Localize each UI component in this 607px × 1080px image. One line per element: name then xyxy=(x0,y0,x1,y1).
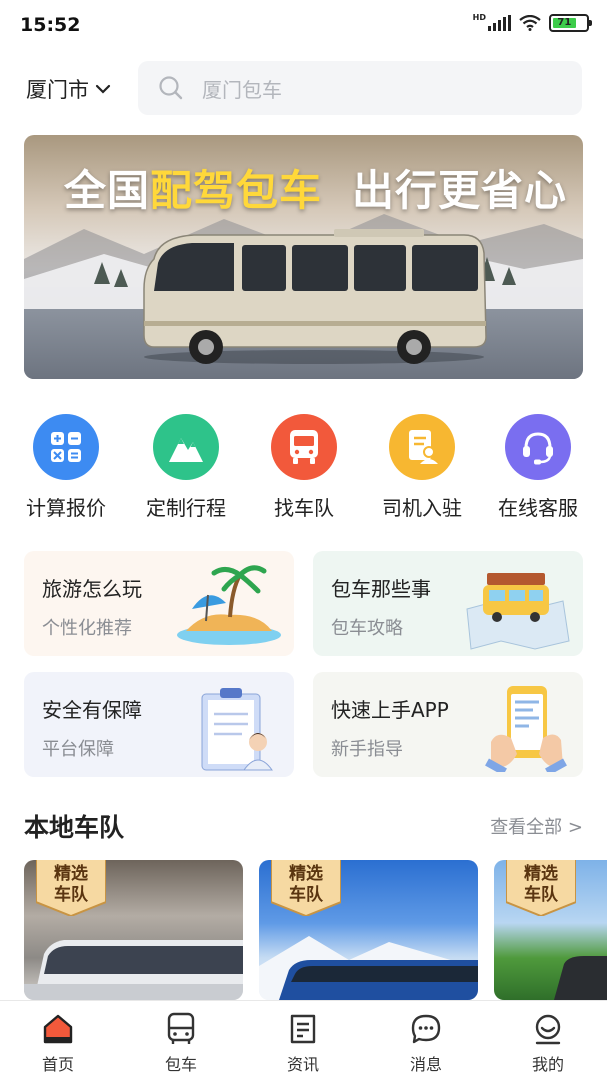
coach-image xyxy=(259,936,478,1000)
quick-action-label: 计算报价 xyxy=(26,496,106,520)
chat-bubble-icon xyxy=(411,1014,441,1044)
badge-line2: 车队 xyxy=(524,885,558,905)
tab-label: 包车 xyxy=(164,1055,197,1074)
clipboard-illustration xyxy=(201,688,273,771)
minibus-image xyxy=(143,229,487,364)
map-van-illustration xyxy=(466,573,570,650)
banner-title-part2: 出行更省心 xyxy=(352,166,568,215)
banner-title-highlight: 配驾包车 xyxy=(150,166,323,215)
coach-image xyxy=(24,940,243,1000)
news-icon xyxy=(290,1014,316,1044)
tab-charter[interactable]: 包车 xyxy=(141,1011,221,1075)
wifi-icon xyxy=(519,15,541,31)
section-title: 本地车队 xyxy=(24,813,125,842)
featured-badge: 精选 车队 xyxy=(270,860,342,918)
card-safety[interactable]: 安全有保障 平台保障 xyxy=(24,672,294,777)
tab-news[interactable]: 资讯 xyxy=(263,1011,343,1075)
badge-line1: 精选 xyxy=(289,864,323,884)
badge-line1: 精选 xyxy=(54,864,88,884)
status-bar: 15:52 HD 71 xyxy=(0,0,607,52)
bus-icon xyxy=(167,1012,195,1044)
search-icon xyxy=(159,76,183,100)
city-label: 厦门市 xyxy=(26,78,89,102)
phone-hand-illustration xyxy=(485,686,567,772)
promo-banner[interactable]: 全国配驾包车 出行更省心 xyxy=(24,135,583,379)
quick-action-label: 司机入驻 xyxy=(382,496,462,520)
quick-action-online-service[interactable]: 在线客服 xyxy=(478,414,598,521)
fleet-card[interactable]: 精选 车队 xyxy=(24,860,243,1000)
badge-line2: 车队 xyxy=(289,885,323,905)
card-travel-tips[interactable]: 旅游怎么玩 个性化推荐 xyxy=(24,551,294,656)
banner-title-part1: 全国 xyxy=(64,166,151,215)
battery-level: 71 xyxy=(553,18,576,28)
badge-line2: 车队 xyxy=(54,885,88,905)
quick-action-label: 在线客服 xyxy=(498,496,578,520)
quick-action-custom-trip[interactable]: 定制行程 xyxy=(126,414,246,521)
quick-action-driver-join[interactable]: 司机入驻 xyxy=(362,414,482,521)
fleet-card[interactable]: 精选 车队 xyxy=(494,860,607,1000)
tab-label: 资讯 xyxy=(286,1055,319,1074)
quick-action-label: 找车队 xyxy=(274,496,334,520)
quick-action-label: 定制行程 xyxy=(146,496,226,520)
tab-profile[interactable]: 我的 xyxy=(508,1011,588,1075)
mountain-icon xyxy=(153,414,219,480)
bottom-tab-bar: 首页 包车 资讯 消息 我的 xyxy=(0,1000,607,1080)
status-time: 15:52 xyxy=(20,14,81,36)
home-icon xyxy=(43,1014,73,1044)
network-type-label: HD xyxy=(472,12,486,22)
signal-icon xyxy=(488,15,511,31)
view-all-link[interactable]: 查看全部 > xyxy=(490,813,583,839)
quick-actions: 计算报价 定制行程 找车队 司机入驻 在线客服 xyxy=(0,414,607,524)
search-placeholder: 厦门包车 xyxy=(202,77,282,102)
coach-image xyxy=(554,956,607,1000)
tab-home[interactable]: 首页 xyxy=(18,1011,98,1075)
driver-doc-icon xyxy=(389,414,455,480)
tab-label: 消息 xyxy=(409,1055,442,1074)
calculator-icon xyxy=(33,414,99,480)
quick-action-calculate-quote[interactable]: 计算报价 xyxy=(6,414,126,521)
tab-label: 首页 xyxy=(41,1055,74,1074)
tab-messages[interactable]: 消息 xyxy=(386,1011,466,1075)
battery-icon: 71 xyxy=(549,14,592,32)
island-illustration xyxy=(177,565,281,645)
profile-icon xyxy=(535,1014,561,1045)
city-selector[interactable]: 厦门市 xyxy=(26,74,111,104)
search-input[interactable]: 厦门包车 xyxy=(138,61,582,115)
tab-label: 我的 xyxy=(531,1055,564,1074)
headset-icon xyxy=(505,414,571,480)
chevron-down-icon xyxy=(95,84,111,94)
quick-action-find-fleet[interactable]: 找车队 xyxy=(244,414,364,521)
banner-title: 全国配驾包车 出行更省心 xyxy=(64,157,567,218)
status-icons: HD 71 xyxy=(472,12,592,32)
featured-badge: 精选 车队 xyxy=(35,860,107,918)
card-charter-guide[interactable]: 包车那些事 包车攻略 xyxy=(313,551,583,656)
featured-badge: 精选 车队 xyxy=(505,860,577,918)
bus-icon xyxy=(271,414,337,480)
fleet-card[interactable]: 精选 车队 xyxy=(259,860,478,1000)
card-app-guide[interactable]: 快速上手APP 新手指导 xyxy=(313,672,583,777)
badge-line1: 精选 xyxy=(524,864,558,884)
